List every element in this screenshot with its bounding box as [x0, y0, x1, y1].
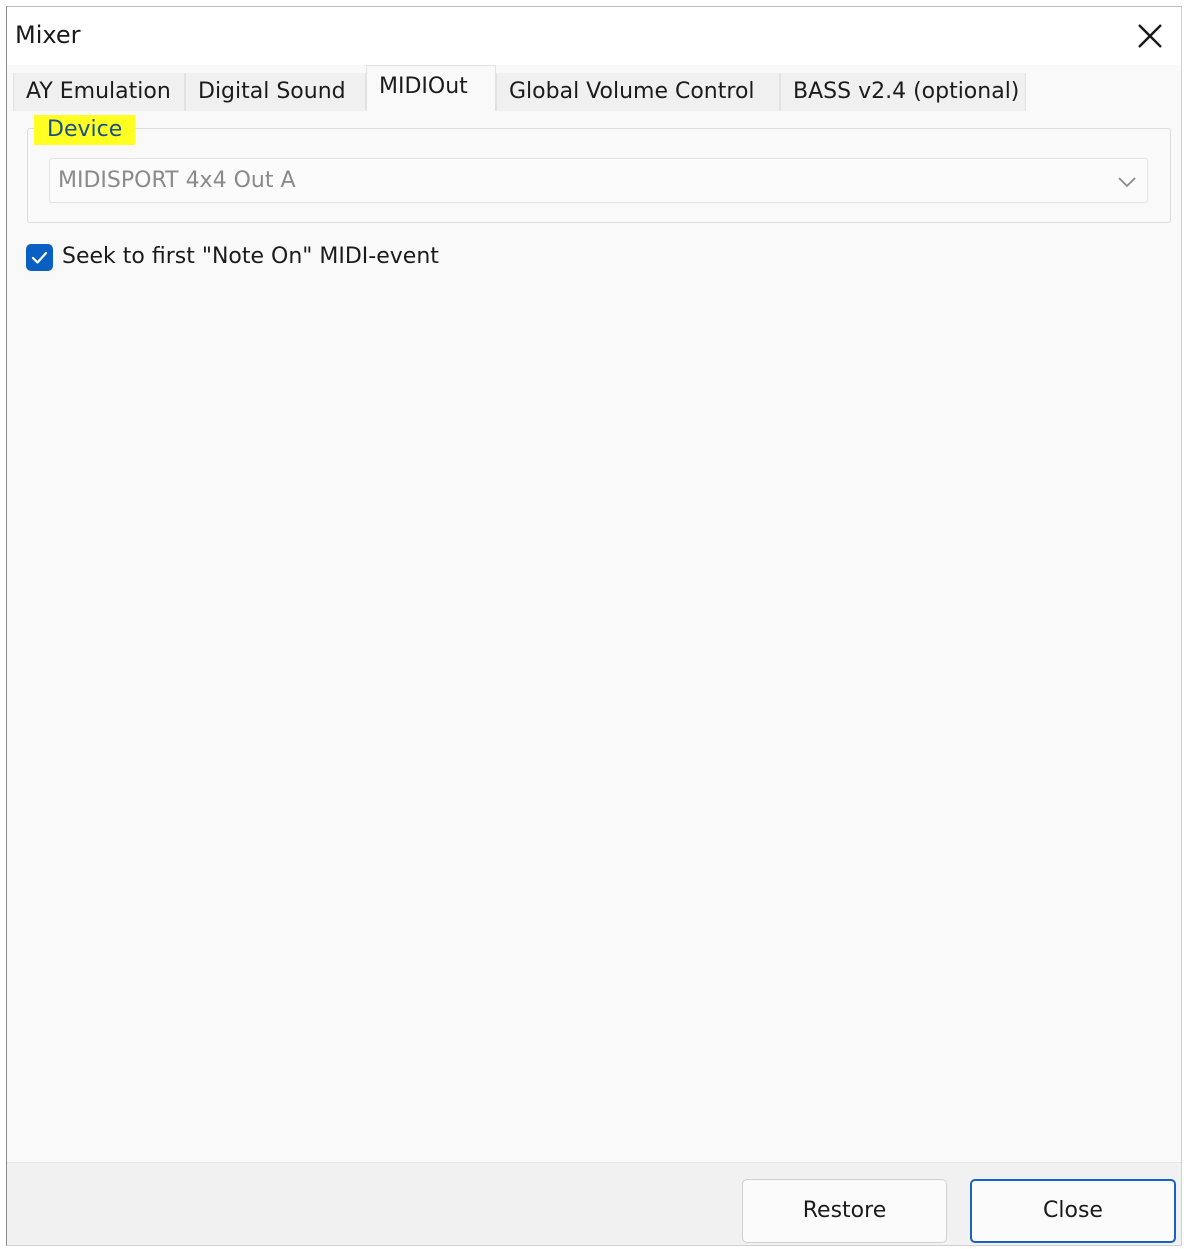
- mixer-dialog: Mixer AY Emulation Digital Sound MIDIOut…: [6, 6, 1182, 1246]
- device-group-label: Device: [34, 115, 136, 145]
- dialog-footer: Restore Close: [7, 1162, 1181, 1245]
- title-bar: Mixer: [7, 7, 1181, 65]
- device-combobox-value: MIDISPORT 4x4 Out A: [58, 168, 296, 193]
- chevron-down-icon: [1118, 177, 1136, 188]
- seek-note-on-checkbox[interactable]: [26, 244, 53, 271]
- restore-button[interactable]: Restore: [742, 1179, 947, 1243]
- close-icon: [1138, 24, 1162, 48]
- tab-midiout[interactable]: MIDIOut: [366, 65, 496, 111]
- close-button[interactable]: Close: [970, 1179, 1176, 1243]
- tab-ay-emulation[interactable]: AY Emulation: [13, 73, 185, 111]
- device-combobox[interactable]: MIDISPORT 4x4 Out A: [49, 158, 1148, 203]
- seek-note-on-label: Seek to first "Note On" MIDI-event: [62, 244, 439, 269]
- tab-digital-sound[interactable]: Digital Sound: [185, 73, 366, 111]
- window-close-button[interactable]: [1133, 19, 1167, 53]
- window-title: Mixer: [15, 21, 81, 49]
- tab-global-volume-control[interactable]: Global Volume Control: [496, 73, 780, 111]
- checkmark-icon: [31, 251, 48, 264]
- tab-strip: AY Emulation Digital Sound MIDIOut Globa…: [13, 65, 1181, 111]
- tab-bass[interactable]: BASS v2.4 (optional): [780, 73, 1026, 111]
